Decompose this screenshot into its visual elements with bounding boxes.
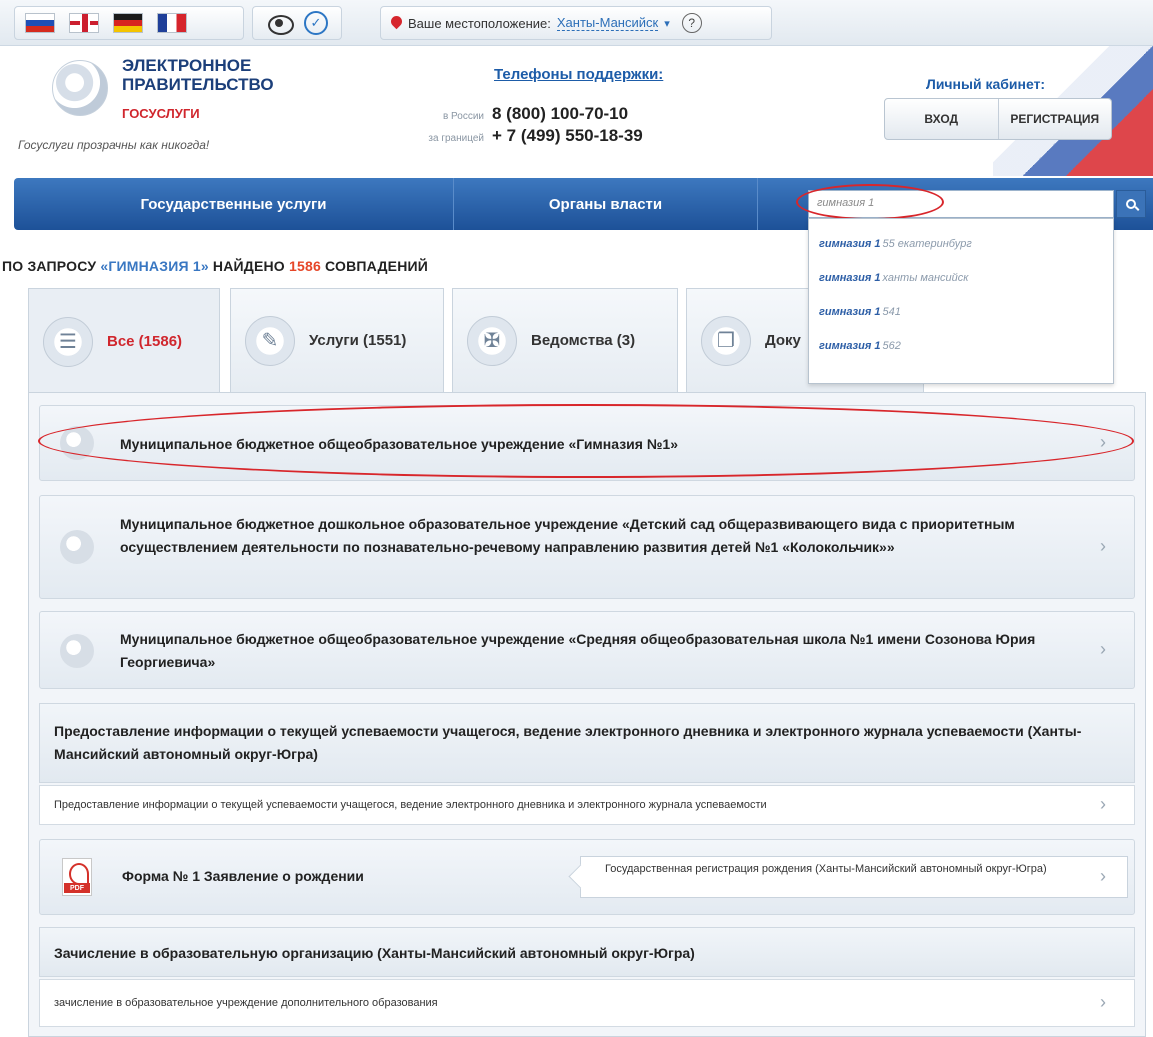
flag-france-icon[interactable] bbox=[157, 13, 187, 33]
flag-germany-icon[interactable] bbox=[113, 13, 143, 33]
location-pin-icon bbox=[391, 16, 402, 31]
service-link: Предоставление информации о текущей успе… bbox=[54, 799, 767, 811]
logo-slogan: Госуслуги прозрачны как никогда! bbox=[18, 138, 210, 152]
search-results-title: ПО ЗАПРОСУ «ГИМНАЗИЯ 1» НАЙДЕНО 1586 СОВ… bbox=[2, 258, 428, 274]
form-service-link[interactable]: Государственная регистрация рождения (Ха… bbox=[580, 856, 1128, 898]
service-link: зачисление в образовательное учреждение … bbox=[54, 997, 438, 1009]
auth-buttons: ВХОД РЕГИСТРАЦИЯ bbox=[884, 98, 1112, 140]
flag-russia-icon[interactable] bbox=[25, 13, 55, 33]
search-button[interactable] bbox=[1116, 190, 1146, 218]
site-header: ЭЛЕКТРОННОЕ ПРАВИТЕЛЬСТВО ГОСУСЛУГИ Госу… bbox=[0, 46, 1153, 176]
nav-item-authorities[interactable]: Органы власти bbox=[454, 178, 758, 230]
search-suggestions: гимназия 1 55 екатеринбург гимназия 1 хан… bbox=[808, 218, 1114, 384]
logo-subtitle: ГОСУСЛУГИ bbox=[122, 106, 200, 121]
form-service-text: Государственная регистрация рождения (Ха… bbox=[605, 863, 1047, 875]
result-title: Муниципальное бюджетное общеобразователь… bbox=[120, 436, 678, 452]
phone-number: + 7 (499) 550-18-39 bbox=[492, 126, 643, 145]
nav-item-gov-services[interactable]: Государственные услуги bbox=[14, 178, 454, 230]
top-bar: ✓ Ваше местоположение: Ханты-Мансийск ▾ … bbox=[0, 0, 1153, 46]
chevron-right-icon: › bbox=[1100, 432, 1106, 452]
result-title: Муниципальное бюджетное общеобразователь… bbox=[120, 631, 1036, 670]
accessibility-tools: ✓ bbox=[252, 6, 342, 40]
documents-icon: ❐ bbox=[701, 315, 751, 366]
location-city-link[interactable]: Ханты-Мансийск bbox=[556, 15, 659, 31]
result-organization[interactable]: Муниципальное бюджетное общеобразователь… bbox=[39, 611, 1135, 689]
emblem-icon bbox=[60, 530, 94, 564]
form-title: Форма № 1 Заявление о рождении bbox=[122, 868, 364, 884]
help-icon[interactable]: ? bbox=[681, 13, 702, 33]
document-icon: ☰ bbox=[43, 316, 93, 367]
phone-label: за границей bbox=[428, 133, 484, 144]
query-suffix: СОВПАДЕНИЙ bbox=[320, 258, 429, 274]
query-term: «ГИМНАЗИЯ 1» bbox=[100, 258, 209, 274]
search-input[interactable]: гимназия 1 bbox=[808, 190, 1114, 218]
login-button[interactable]: ВХОД bbox=[885, 99, 998, 139]
suggestion-match: гимназия 1 bbox=[819, 272, 881, 284]
phone-abroad: за границей + 7 (499) 550-18-39 bbox=[404, 126, 643, 146]
result-title: Муниципальное бюджетное дошкольное образ… bbox=[120, 516, 1015, 555]
search-icon bbox=[1126, 199, 1136, 209]
chevron-right-icon: › bbox=[1100, 992, 1106, 1012]
emblem-icon bbox=[60, 634, 94, 668]
phone-label: в России bbox=[442, 111, 484, 122]
results-list: Муниципальное бюджетное общеобразователь… bbox=[28, 392, 1146, 1037]
suggestion-rest: 541 bbox=[882, 306, 901, 318]
tab-services[interactable]: ✎ Услуги (1551) bbox=[230, 288, 444, 392]
location-selector: Ваше местоположение: Ханты-Мансийск ▾ ? bbox=[380, 6, 772, 40]
service-item[interactable]: зачисление в образовательное учреждение … bbox=[39, 979, 1135, 1027]
gosuslugi-logo-icon[interactable] bbox=[52, 60, 108, 116]
tab-all[interactable]: ☰ Все (1586) bbox=[28, 288, 220, 394]
location-label: Ваше местоположение: bbox=[408, 15, 551, 31]
service-item[interactable]: Предоставление информации о текущей успе… bbox=[39, 785, 1135, 825]
suggestion-rest: ханты мансийск bbox=[882, 272, 969, 284]
logo-title[interactable]: ЭЛЕКТРОННОЕ ПРАВИТЕЛЬСТВО bbox=[122, 56, 292, 94]
result-form[interactable]: PDF Форма № 1 Заявление о рождении Госуд… bbox=[39, 839, 1135, 915]
result-organization[interactable]: Муниципальное бюджетное дошкольное образ… bbox=[39, 495, 1135, 599]
suggestion-rest: 55 екатеринбург bbox=[882, 238, 972, 250]
emblem-icon: ✠ bbox=[467, 315, 517, 366]
query-middle: НАЙДЕНО bbox=[208, 258, 289, 274]
support-phones-link[interactable]: Телефоны поддержки: bbox=[494, 66, 663, 83]
services-icon: ✎ bbox=[245, 315, 295, 366]
suggestion-item[interactable]: гимназия 1 55 екатеринбург bbox=[809, 227, 1113, 261]
suggestion-match: гимназия 1 bbox=[819, 340, 881, 352]
register-button[interactable]: РЕГИСТРАЦИЯ bbox=[997, 99, 1112, 139]
suggestion-rest: 562 bbox=[882, 340, 901, 352]
query-prefix: ПО ЗАПРОСУ bbox=[2, 258, 101, 274]
service-group-title: Предоставление информации о текущей успе… bbox=[39, 703, 1135, 783]
suggestion-item[interactable]: гимназия 1 ханты мансийск bbox=[809, 261, 1113, 295]
phone-number: 8 (800) 100-70-10 bbox=[492, 104, 629, 123]
chevron-right-icon: › bbox=[1100, 866, 1106, 886]
pdf-tag: PDF bbox=[64, 883, 90, 893]
chevron-down-icon[interactable]: ▾ bbox=[664, 17, 670, 30]
chevron-right-icon: › bbox=[1100, 639, 1106, 659]
chevron-right-icon: › bbox=[1100, 794, 1106, 814]
eye-icon[interactable] bbox=[266, 14, 294, 35]
compass-icon[interactable]: ✓ bbox=[304, 11, 328, 35]
flag-uk-icon[interactable] bbox=[69, 13, 99, 33]
tab-label: Услуги (1551) bbox=[309, 332, 407, 349]
tab-departments[interactable]: ✠ Ведомства (3) bbox=[452, 288, 678, 392]
suggestion-item[interactable]: гимназия 1 562 bbox=[809, 329, 1113, 363]
results-count: 1586 bbox=[289, 258, 321, 274]
tab-label: Все (1586) bbox=[107, 333, 183, 350]
chevron-right-icon: › bbox=[1100, 536, 1106, 556]
service-group-title: Зачисление в образовательную организацию… bbox=[39, 927, 1135, 977]
result-organization[interactable]: Муниципальное бюджетное общеобразователь… bbox=[39, 405, 1135, 481]
suggestion-match: гимназия 1 bbox=[819, 306, 881, 318]
language-switcher bbox=[14, 6, 244, 40]
pdf-file-icon: PDF bbox=[62, 858, 92, 896]
suggestion-match: гимназия 1 bbox=[819, 238, 881, 250]
tab-label: Ведомства (3) bbox=[531, 332, 636, 349]
personal-cabinet-title: Личный кабинет: bbox=[926, 76, 1046, 92]
tab-label: Доку bbox=[765, 332, 801, 349]
phone-russia: в России 8 (800) 100-70-10 bbox=[404, 104, 628, 124]
emblem-icon bbox=[60, 426, 94, 460]
suggestion-item[interactable]: гимназия 1 541 bbox=[809, 295, 1113, 329]
